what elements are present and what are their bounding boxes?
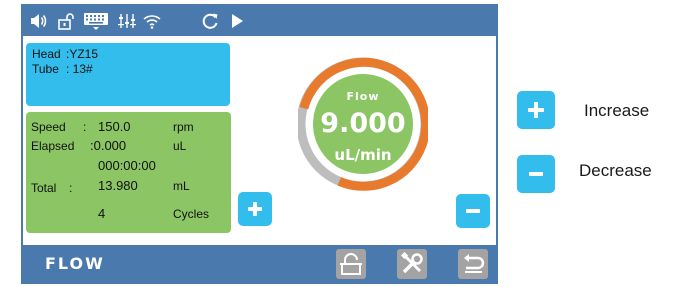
- flow-gauge: Flow 9.000 uL/min: [296, 48, 431, 201]
- back-button[interactable]: [458, 249, 488, 279]
- speed-unit: rpm: [173, 120, 194, 134]
- minus-icon: [466, 209, 480, 213]
- unlock-icon: [340, 253, 362, 275]
- speed-value: 150.0: [98, 119, 131, 134]
- cycles-label: Cycles: [173, 207, 210, 221]
- unlock-button[interactable]: [336, 249, 366, 279]
- decrease-button[interactable]: [456, 194, 490, 228]
- speed-label: Speed: [31, 120, 66, 134]
- legend-increase-button: [517, 91, 555, 129]
- sliders-icon[interactable]: [117, 11, 137, 31]
- elapsed-label: Elapsed: [31, 139, 75, 153]
- head-value: :YZ15: [66, 47, 99, 61]
- total-unit: mL: [173, 179, 190, 193]
- total-label: Total: [31, 181, 57, 195]
- speaker-icon[interactable]: [28, 11, 48, 31]
- back-icon: [464, 254, 485, 273]
- legend-increase-label: Increase: [584, 101, 650, 120]
- play-icon[interactable]: [227, 11, 247, 31]
- wifi-icon[interactable]: [142, 11, 162, 31]
- speed-separator: :: [83, 120, 87, 134]
- legend-decrease-label: Decrease: [579, 161, 652, 180]
- plus-icon: [528, 102, 544, 118]
- total-separator: :: [69, 181, 73, 195]
- gauge-title: Flow: [346, 90, 380, 103]
- mode-label: FLOW: [45, 254, 105, 273]
- status-bar: [23, 6, 496, 36]
- tools-icon: [400, 251, 423, 274]
- tube-value: : 13#: [66, 62, 93, 76]
- elapsed-value: :0.000: [90, 138, 127, 153]
- run-info-panel: Speed : 150.0 rpm Elapsed :0.000 uL 000:…: [26, 112, 231, 233]
- legend-decrease-button: [517, 155, 555, 193]
- head-label: Head: [32, 47, 61, 61]
- keyboard-icon[interactable]: [83, 11, 109, 31]
- unlock-icon[interactable]: [56, 11, 76, 31]
- tube-row: Tube : 13#: [32, 62, 93, 76]
- refresh-icon[interactable]: [200, 11, 220, 31]
- head-row: Head :YZ15: [32, 47, 98, 61]
- total-value: 13.980: [98, 178, 138, 193]
- minus-icon: [529, 172, 543, 176]
- increase-button[interactable]: [238, 192, 272, 226]
- head-tube-panel[interactable]: Head :YZ15 Tube : 13#: [26, 43, 230, 106]
- plus-icon: [248, 202, 262, 216]
- elapsed-unit: uL: [173, 139, 187, 153]
- bottom-bar: FLOW: [23, 245, 496, 282]
- elapsed-time: 000:00:00: [98, 158, 156, 173]
- gauge-value: 9.000: [320, 108, 406, 139]
- tube-label: Tube: [32, 62, 59, 76]
- device-screen: Head :YZ15 Tube : 13# Speed : 150.0 rpm El…: [21, 4, 498, 284]
- gauge-unit: uL/min: [334, 146, 392, 164]
- cycles-value: 4: [98, 206, 106, 221]
- tools-button[interactable]: [397, 249, 427, 279]
